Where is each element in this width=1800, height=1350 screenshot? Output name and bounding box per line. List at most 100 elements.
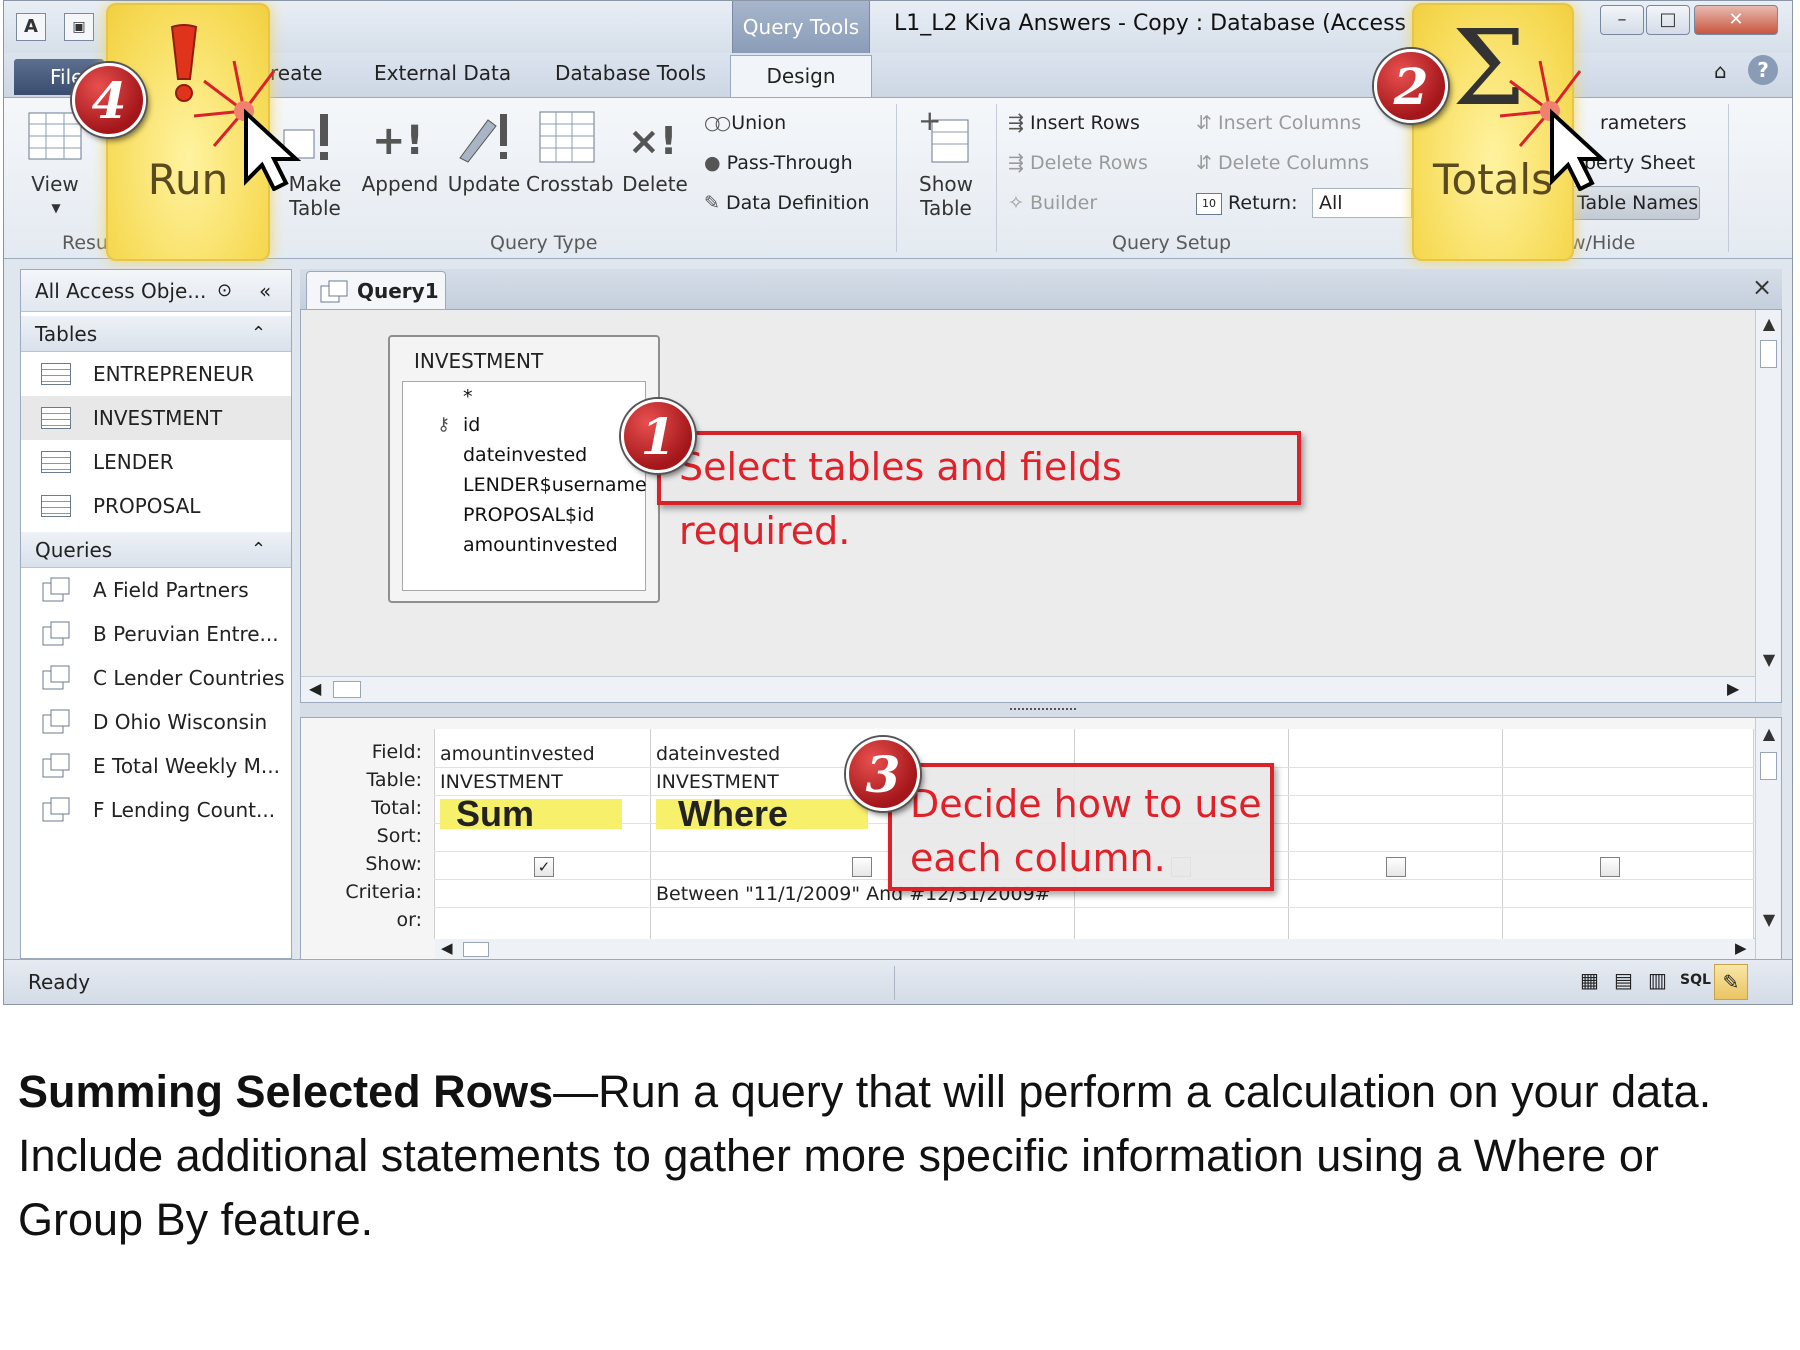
tab-database-tools[interactable]: Database Tools xyxy=(555,61,706,85)
vertical-scrollbar[interactable]: ▲ ▼ xyxy=(1755,310,1781,702)
caption: Summing Selected Rows—Run a query that w… xyxy=(18,1060,1788,1252)
data-definition-button[interactable]: ✎ Data Definition xyxy=(704,192,869,214)
insert-columns-button[interactable]: ⇵ Insert Columns xyxy=(1196,112,1361,134)
step-2-badge: 2 xyxy=(1374,49,1448,123)
access-app-icon[interactable]: A xyxy=(16,13,46,41)
ribbon-minimize-icon[interactable]: ⌂ xyxy=(1714,59,1727,83)
design-view-icon[interactable]: ✎ xyxy=(1714,964,1748,1000)
delete-rows-button[interactable]: ⇶ Delete Rows xyxy=(1008,152,1148,174)
crosstab-button[interactable]: Crosstab xyxy=(526,172,614,196)
sql-view-button[interactable]: SQL xyxy=(1680,972,1711,988)
nav-query-e[interactable]: E Total Weekly M... xyxy=(21,744,291,788)
col1-table-cell[interactable]: INVESTMENT xyxy=(440,771,563,793)
field-dateinvested[interactable]: dateinvested xyxy=(463,444,587,466)
nav-query-c[interactable]: C Lender Countries xyxy=(21,656,291,700)
help-icon[interactable]: ? xyxy=(1748,55,1778,85)
nav-item-label: LENDER xyxy=(93,450,174,474)
builder-label: Builder xyxy=(1029,192,1098,214)
scroll-left-icon[interactable]: ◀ xyxy=(309,679,321,698)
scroll-thumb[interactable] xyxy=(463,942,489,957)
tab-query1[interactable]: Query1 xyxy=(306,271,446,311)
nav-table-lender[interactable]: LENDER xyxy=(21,440,291,484)
horizontal-scrollbar[interactable]: ◀ ▶ xyxy=(435,938,1755,960)
union-button[interactable]: ○○ Union xyxy=(704,112,786,134)
field-lender-username[interactable]: LENDER$username xyxy=(463,474,647,496)
pass-through-button[interactable]: ● Pass-Through xyxy=(704,152,853,174)
row-label-show: Show: xyxy=(365,853,422,875)
append-button[interactable]: Append xyxy=(358,172,442,196)
scroll-up-icon[interactable]: ▲ xyxy=(1756,314,1782,333)
nav-query-a[interactable]: A Field Partners xyxy=(21,568,291,612)
show-table-button[interactable]: Show Table xyxy=(906,172,986,220)
delete-button[interactable]: Delete xyxy=(616,172,694,196)
col5-show-checkbox[interactable] xyxy=(1600,857,1620,877)
tab-external-data[interactable]: External Data xyxy=(374,61,511,85)
scroll-down-icon[interactable]: ▼ xyxy=(1756,910,1782,929)
investment-field-list[interactable]: INVESTMENT * ⚷ id dateinvested LENDER$us… xyxy=(388,335,660,603)
scroll-left-icon[interactable]: ◀ xyxy=(441,939,453,957)
col4-show-checkbox[interactable] xyxy=(1386,857,1406,877)
col1-field-cell[interactable]: amountinvested xyxy=(440,743,595,765)
splitter-grip-icon[interactable] xyxy=(1010,708,1076,712)
field-amountinvested[interactable]: amountinvested xyxy=(463,534,618,556)
scroll-up-icon[interactable]: ▲ xyxy=(1756,724,1782,743)
col2-table-cell[interactable]: INVESTMENT xyxy=(656,771,779,793)
nav-query-d[interactable]: D Ohio Wisconsin xyxy=(21,700,291,744)
col1-total-cell[interactable]: Sum xyxy=(456,793,534,835)
collapse-pane-icon[interactable]: « xyxy=(259,270,271,312)
nav-query-f[interactable]: F Lending Count... xyxy=(21,788,291,832)
update-button[interactable]: Update xyxy=(444,172,524,196)
scroll-right-icon[interactable]: ▶ xyxy=(1727,679,1739,698)
nav-query-b[interactable]: B Peruvian Entre... xyxy=(21,612,291,656)
dropdown-circle-icon[interactable]: ⊙ xyxy=(217,270,232,312)
close-window-button[interactable]: ✕ xyxy=(1694,5,1778,35)
divider xyxy=(996,104,997,252)
nav-item-label: INVESTMENT xyxy=(93,406,223,430)
return-value-combo[interactable]: All xyxy=(1312,188,1412,218)
builder-button[interactable]: ✧ Builder xyxy=(1008,192,1097,214)
chevron-up-icon[interactable]: ⌃ xyxy=(251,316,266,352)
scroll-thumb[interactable] xyxy=(1760,340,1777,368)
nav-table-entrepreneur[interactable]: ENTREPRENEUR xyxy=(21,352,291,396)
access-window: A ▣ Query Tools L1_L2 Kiva Answers - Cop… xyxy=(3,0,1793,1005)
datasheet-view-icon[interactable]: ▦ xyxy=(1580,968,1599,992)
field-proposal-id[interactable]: PROPOSAL$id xyxy=(463,504,594,526)
vertical-scrollbar[interactable]: ▲ ▼ xyxy=(1755,718,1781,960)
scroll-thumb[interactable] xyxy=(333,681,361,698)
scroll-thumb[interactable] xyxy=(1760,752,1777,780)
col2-total-cell[interactable]: Where xyxy=(678,793,788,835)
delete-columns-button[interactable]: ⇵ Delete Columns xyxy=(1196,152,1369,174)
scroll-down-icon[interactable]: ▼ xyxy=(1756,650,1782,669)
view-dropdown-icon[interactable]: ▼ xyxy=(48,196,64,220)
nav-pane-header[interactable]: All Access Obje... ⊙ « xyxy=(21,270,291,312)
tab-design[interactable]: Design xyxy=(730,55,872,99)
maximize-button[interactable]: □ xyxy=(1646,5,1690,35)
col1-show-checkbox[interactable]: ✓ xyxy=(534,857,554,877)
horizontal-scrollbar[interactable]: ◀ ▶ xyxy=(301,676,1755,702)
insert-rows-button[interactable]: ⇶ Insert Rows xyxy=(1008,112,1140,134)
grid-row-line xyxy=(434,907,1754,908)
field-id[interactable]: id xyxy=(463,414,480,436)
close-document-icon[interactable]: × xyxy=(1752,273,1772,301)
col2-field-cell[interactable]: dateinvested xyxy=(656,743,780,765)
queries-section-header[interactable]: Queries ⌃ xyxy=(21,532,291,568)
field-all[interactable]: * xyxy=(463,386,473,408)
nav-table-proposal[interactable]: PROPOSAL xyxy=(21,484,291,528)
nav-table-investment[interactable]: INVESTMENT xyxy=(21,396,291,440)
annotation-3-line1: Decide how to use xyxy=(910,782,1262,826)
tables-header-label: Tables xyxy=(35,322,98,346)
step-3-badge: 3 xyxy=(846,737,920,811)
minimize-button[interactable]: – xyxy=(1600,5,1644,35)
view-button[interactable]: View xyxy=(28,172,82,196)
navigation-pane: All Access Obje... ⊙ « Tables ⌃ ENTREPRENEU… xyxy=(20,269,292,959)
table-names-button[interactable]: Table Names xyxy=(1570,186,1700,220)
chevron-up-icon[interactable]: ⌃ xyxy=(251,532,266,568)
col2-show-checkbox[interactable] xyxy=(852,857,872,877)
scroll-right-icon[interactable]: ▶ xyxy=(1735,939,1747,957)
pivot-chart-view-icon[interactable]: ▥ xyxy=(1648,968,1667,992)
step-1-badge: 1 xyxy=(621,399,695,473)
pivot-table-view-icon[interactable]: ▤ xyxy=(1614,968,1633,992)
tables-section-header[interactable]: Tables ⌃ xyxy=(21,316,291,352)
save-icon[interactable]: ▣ xyxy=(64,13,94,41)
pane-splitter[interactable] xyxy=(300,703,1782,717)
